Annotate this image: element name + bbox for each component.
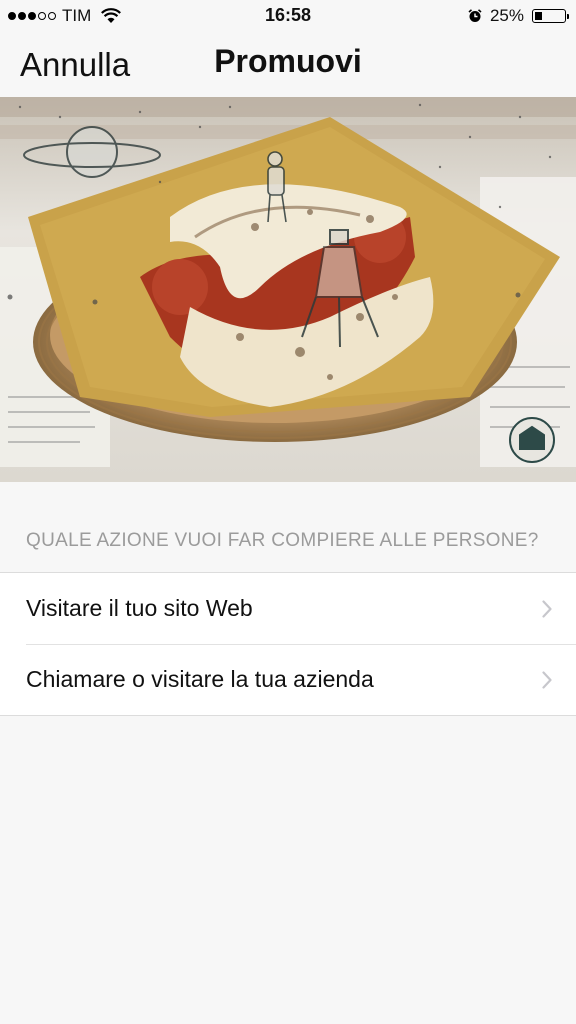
alarm-icon [468,9,482,22]
status-right: 25% [468,6,569,26]
battery-icon [532,9,569,23]
food-photo-image [0,97,576,482]
chevron-right-icon [542,600,552,618]
option-call-or-visit-business[interactable]: Chiamare o visitare la tua azienda [0,644,576,715]
action-list: Visitare il tuo sito Web Chiamare o visi… [0,572,576,716]
section-header: QUALE AZIONE VUOI FAR COMPIERE ALLE PERS… [26,530,539,551]
chevron-right-icon [542,671,552,689]
page-title: Promuovi [214,43,362,79]
nav-bar: Annulla Promuovi [0,32,576,96]
battery-fill [535,12,542,20]
battery-percent: 25% [489,6,524,25]
option-label: Visitare il tuo sito Web [26,595,253,621]
promo-image [0,97,576,482]
option-visit-website[interactable]: Visitare il tuo sito Web [0,573,576,644]
status-bar: TIM 16:58 25% [0,0,576,32]
option-label: Chiamare o visitare la tua azienda [26,666,374,692]
